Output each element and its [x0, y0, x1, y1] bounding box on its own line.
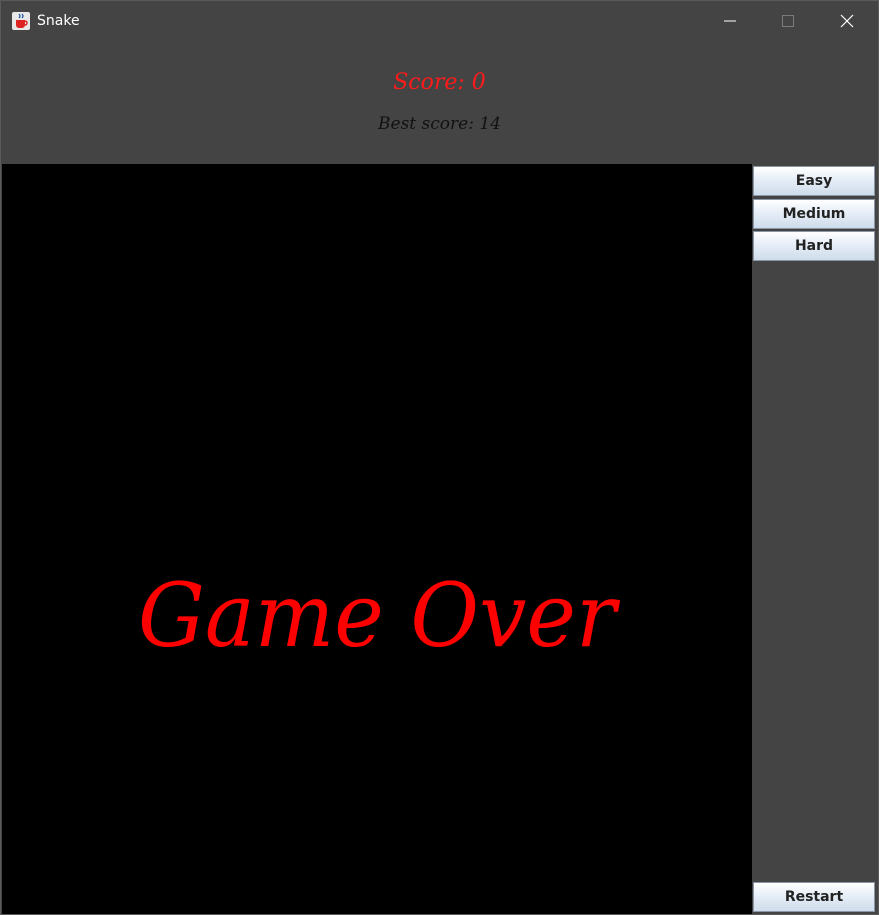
score-label: Score: 0	[393, 70, 486, 95]
close-button[interactable]	[818, 1, 876, 41]
minimize-button[interactable]	[701, 1, 759, 41]
title-bar[interactable]: Snake	[1, 1, 878, 41]
game-over-message: Game Over	[138, 564, 621, 664]
score-header: Score: 0 Best score: 14	[1, 41, 878, 164]
maximize-icon	[782, 15, 794, 27]
game-over-text: Game Over	[138, 564, 621, 664]
restart-button[interactable]: Restart	[753, 882, 875, 912]
minimize-icon	[724, 20, 736, 22]
best-score-label: Best score: 14	[378, 114, 501, 134]
maximize-button[interactable]	[759, 1, 817, 41]
java-cup-icon	[11, 11, 31, 31]
medium-button[interactable]: Medium	[753, 199, 875, 229]
snake-window: Snake Score: 0 Best score: 14 Game Over …	[0, 0, 879, 915]
close-icon	[840, 14, 854, 28]
hard-button[interactable]: Hard	[753, 231, 875, 261]
game-board[interactable]: Game Over	[2, 164, 752, 914]
difficulty-panel: Easy Medium Hard Restart	[752, 164, 878, 914]
window-title: Snake	[37, 13, 80, 29]
easy-button[interactable]: Easy	[753, 166, 875, 196]
